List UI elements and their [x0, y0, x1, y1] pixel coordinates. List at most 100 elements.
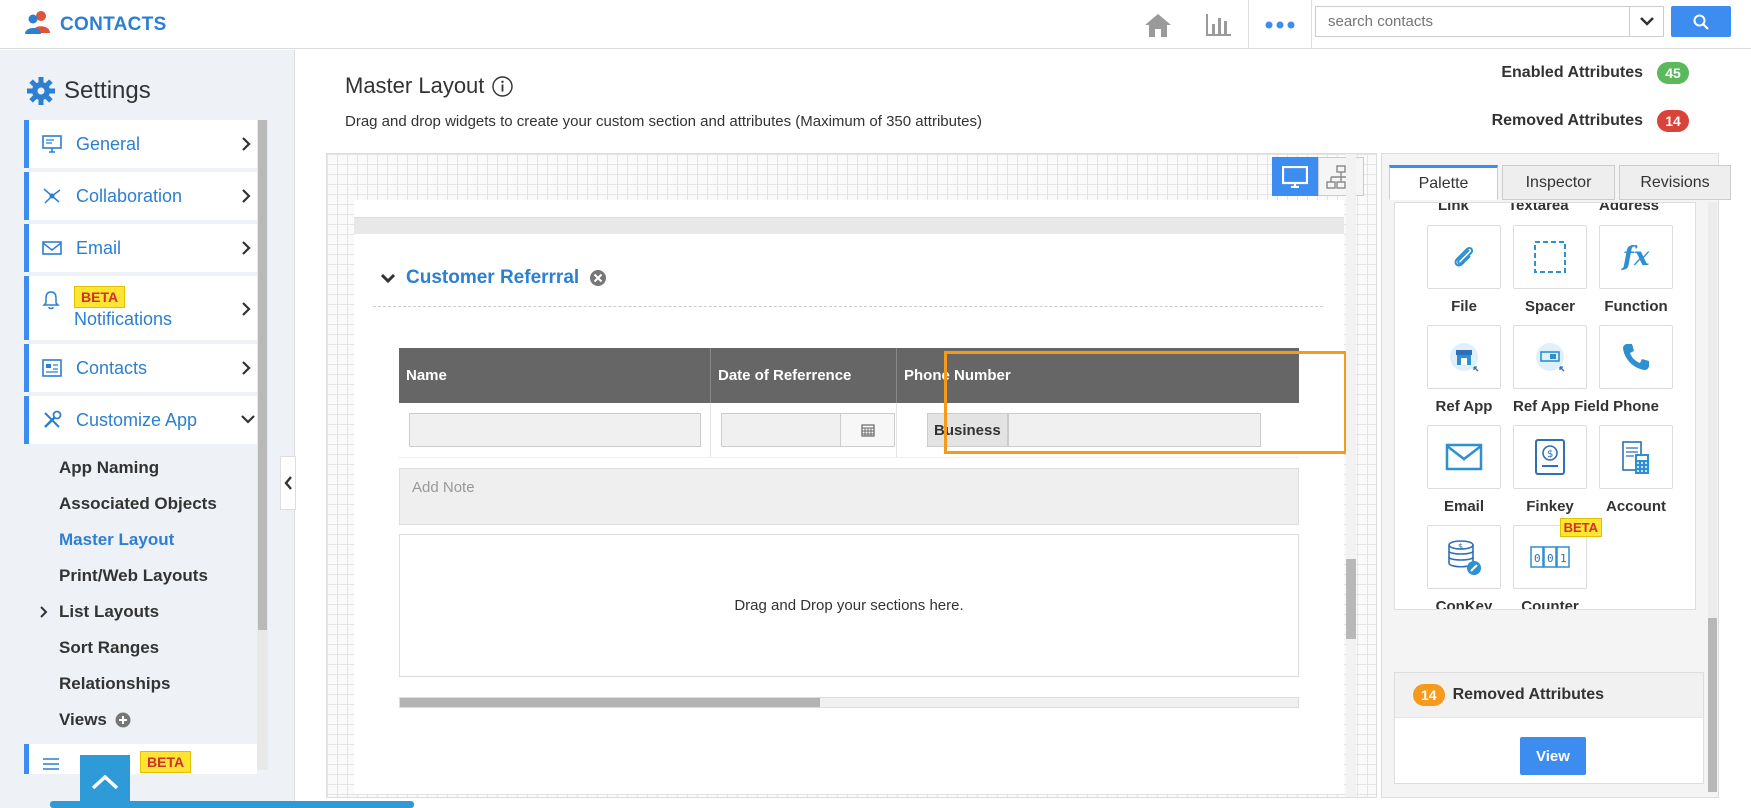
sidebar-scrollbar[interactable] — [257, 120, 268, 770]
phone-field[interactable]: Business — [927, 413, 1261, 447]
app-brand[interactable]: CONTACTS — [24, 9, 167, 40]
widget-label: Account — [1606, 498, 1666, 515]
collapse-sidebar-button[interactable] — [280, 456, 296, 510]
widget-label-address: Address — [1599, 202, 1660, 214]
submenu-print-web-layouts[interactable]: Print/Web Layouts — [24, 558, 257, 594]
svg-text:$: $ — [1458, 542, 1463, 551]
hierarchy-view-button[interactable] — [1318, 157, 1364, 196]
list-icon — [43, 758, 59, 770]
chevron-down-icon[interactable] — [380, 273, 396, 284]
chevron-right-icon — [40, 606, 48, 618]
tab-inspector[interactable]: Inspector — [1502, 165, 1615, 200]
previous-section-edge — [354, 200, 1344, 218]
canvas-scroll-thumb[interactable] — [1346, 559, 1356, 639]
widget-file[interactable]: File — [1427, 225, 1501, 315]
calendar-icon — [860, 424, 875, 437]
date-input[interactable] — [721, 413, 841, 447]
svg-text:0: 0 — [1534, 552, 1541, 565]
add-circle-icon[interactable] — [115, 712, 131, 728]
canvas-vertical-scrollbar[interactable] — [1346, 154, 1356, 797]
reports-icon[interactable] — [1188, 0, 1248, 49]
removed-count-badge: 14 — [1413, 684, 1445, 706]
chevron-right-icon — [242, 189, 251, 203]
date-field[interactable] — [721, 413, 895, 447]
bottom-progress-bar — [50, 801, 414, 808]
palette-scrollbar[interactable] — [1708, 202, 1717, 792]
phone-input[interactable] — [1007, 413, 1261, 447]
submenu-sort-ranges[interactable]: Sort Ranges — [24, 630, 257, 666]
remove-section-icon[interactable] — [589, 269, 607, 287]
submenu-associated-objects[interactable]: Associated Objects — [24, 486, 257, 522]
more-options-icon[interactable] — [1248, 0, 1312, 49]
palette-tabs: Palette Inspector Revisions — [1389, 165, 1731, 200]
account-icon — [1599, 425, 1673, 489]
name-field[interactable] — [409, 413, 701, 447]
sidebar-item-partial[interactable]: BETA — [24, 744, 257, 774]
sidebar-item-general[interactable]: General — [24, 120, 257, 168]
search-input[interactable] — [1315, 6, 1630, 37]
widget-label: Counter — [1521, 598, 1579, 610]
submenu-master-layout[interactable]: Master Layout — [24, 522, 257, 558]
enabled-count-badge: 45 — [1657, 62, 1689, 84]
enabled-attributes[interactable]: Enabled Attributes 45 — [1501, 62, 1689, 84]
submenu-list-layouts[interactable]: List Layouts — [24, 594, 257, 630]
section-title[interactable]: Customer Referrral — [406, 267, 579, 289]
phone-type-label: Business — [927, 413, 1008, 447]
widget-spacer[interactable]: Spacer — [1513, 225, 1587, 315]
section-header: Customer Referrral — [380, 267, 607, 289]
widget-email[interactable]: Email — [1427, 425, 1501, 515]
referral-table[interactable]: Name Date of Referrence Phone Number Bus… — [399, 348, 1347, 458]
monitor-icon — [1282, 165, 1308, 188]
section-separator — [373, 306, 1323, 307]
sidebar-scroll-thumb[interactable] — [258, 120, 267, 630]
removed-attributes[interactable]: Removed Attributes 14 — [1492, 110, 1689, 132]
tab-revisions[interactable]: Revisions — [1619, 165, 1731, 200]
column-header-phone[interactable]: Phone Number — [897, 348, 1299, 403]
widget-function[interactable]: fx Function — [1599, 225, 1673, 315]
info-icon[interactable] — [492, 75, 514, 97]
sidebar-item-notifications[interactable]: BETA Notifications — [24, 276, 257, 340]
table-horizontal-scrollbar[interactable] — [399, 697, 1299, 708]
widget-ref-app-field[interactable]: Ref App Field — [1513, 325, 1609, 415]
submenu-label: List Layouts — [59, 602, 160, 621]
date-picker-button[interactable] — [841, 413, 895, 447]
sidebar-item-collaboration[interactable]: Collaboration — [24, 172, 257, 220]
sidebar-item-contacts[interactable]: Contacts — [24, 344, 257, 392]
search-button[interactable] — [1671, 6, 1731, 37]
sidebar-item-email[interactable]: Email — [24, 224, 257, 272]
customize-app-submenu: App Naming Associated Objects Master Lay… — [24, 450, 257, 774]
desktop-view-button[interactable] — [1272, 157, 1318, 196]
palette-scroll-thumb[interactable] — [1708, 618, 1717, 792]
widget-finkey[interactable]: $ Finkey — [1513, 425, 1587, 515]
view-removed-button[interactable]: View — [1520, 737, 1586, 775]
search-icon — [1693, 14, 1709, 30]
section-drop-zone[interactable]: Drag and Drop your sections here. — [399, 534, 1299, 677]
widget-account[interactable]: Account — [1599, 425, 1673, 515]
add-note-field[interactable]: Add Note — [399, 468, 1299, 525]
widget-ref-app[interactable]: Ref App — [1427, 325, 1501, 415]
settings-sidebar: Settings General Collaboration Email BET… — [0, 50, 295, 808]
submenu-views[interactable]: Views — [24, 702, 257, 738]
column-header-date[interactable]: Date of Referrence — [711, 348, 897, 403]
sidebar-item-customize-app[interactable]: Customize App — [24, 396, 257, 444]
widget-conkey[interactable]: $ ConKey — [1427, 525, 1501, 609]
removed-attributes-title: Removed Attributes — [1452, 686, 1605, 703]
chevron-left-icon — [283, 476, 292, 490]
submenu-relationships[interactable]: Relationships — [24, 666, 257, 702]
chevron-right-icon — [242, 241, 251, 255]
widget-phone[interactable]: Phone — [1599, 325, 1673, 415]
tab-palette[interactable]: Palette — [1389, 165, 1498, 200]
horizontal-scroll-thumb[interactable] — [400, 698, 820, 707]
home-icon[interactable] — [1128, 0, 1188, 49]
removed-attributes-header: 14 Removed Attributes — [1395, 673, 1703, 718]
section-customer-referral[interactable]: Customer Referrral Name Date of Referren… — [354, 234, 1347, 794]
svg-text:1: 1 — [1560, 552, 1567, 565]
removed-count-badge: 14 — [1657, 110, 1689, 132]
table-header: Name Date of Referrence Phone Number — [399, 348, 1299, 403]
widget-counter[interactable]: 001 BETA Counter — [1513, 518, 1602, 610]
envelope-icon — [1427, 425, 1501, 489]
column-header-name[interactable]: Name — [399, 348, 711, 403]
layout-canvas[interactable]: Customer Referrral Name Date of Referren… — [326, 153, 1377, 798]
search-dropdown-button[interactable] — [1630, 6, 1664, 37]
submenu-app-naming[interactable]: App Naming — [24, 450, 257, 486]
